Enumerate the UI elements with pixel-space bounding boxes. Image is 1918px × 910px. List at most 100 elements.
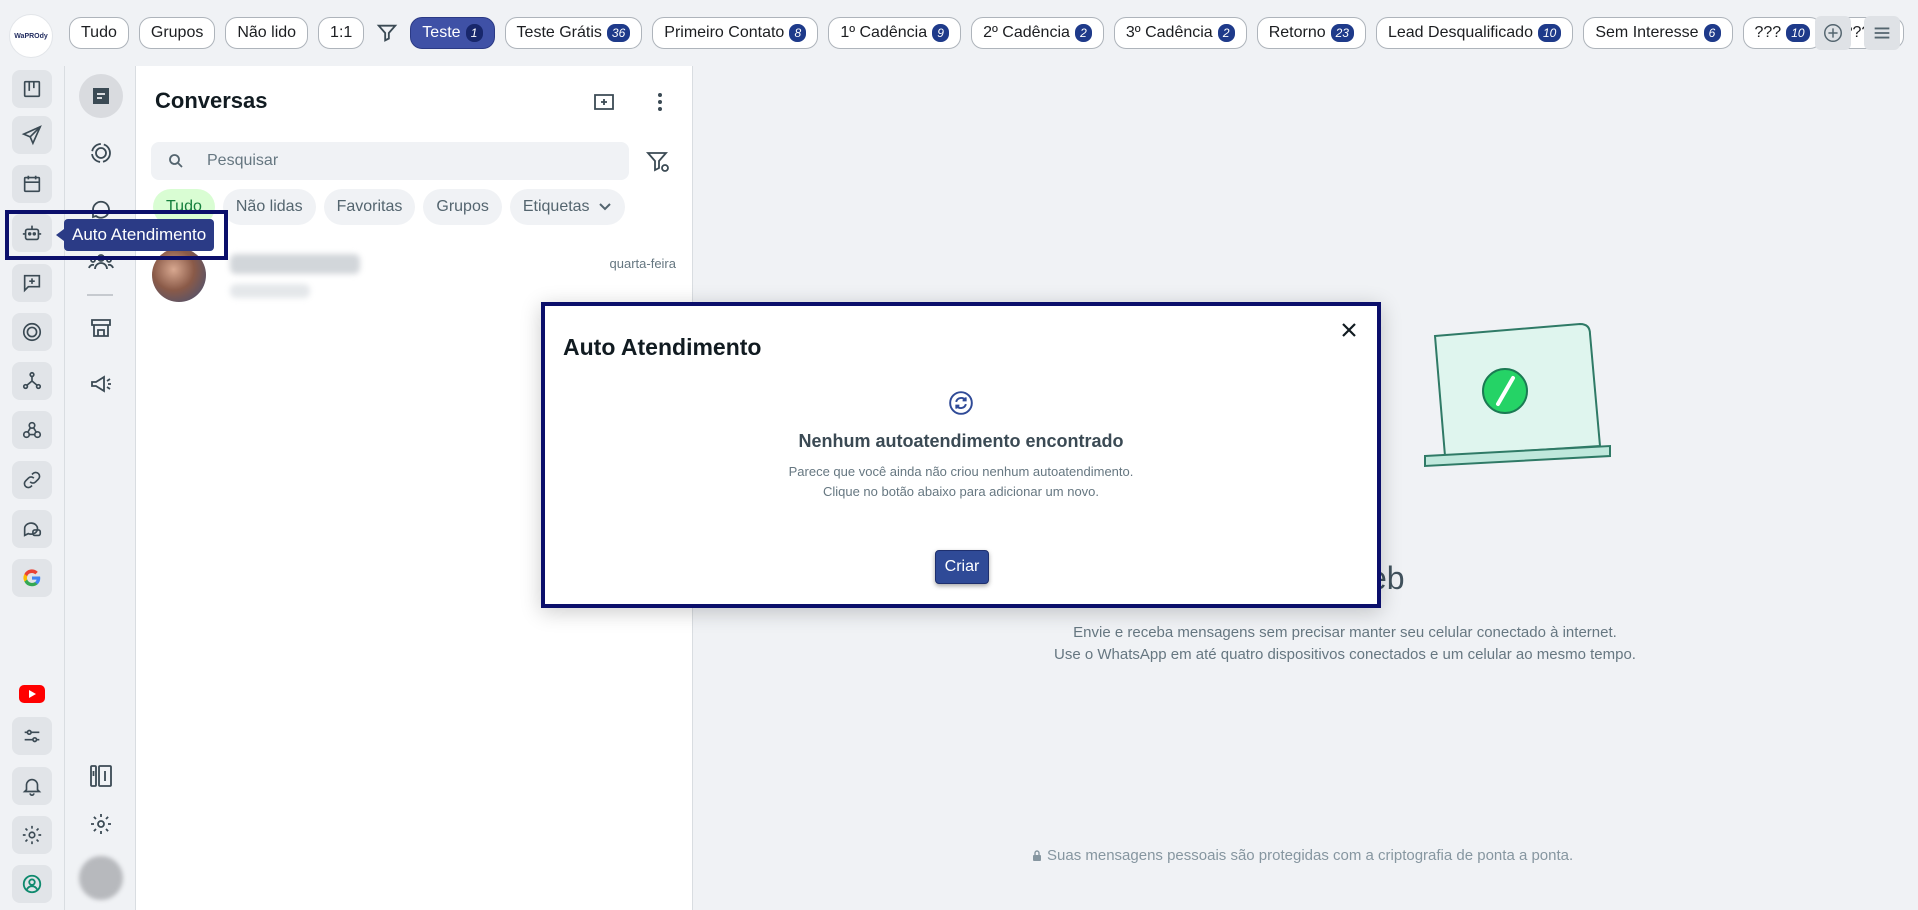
main-description: Envie e receba mensagens sem precisar ma…: [925, 622, 1765, 666]
google-icon: [23, 569, 41, 587]
rail-adjustments-button[interactable]: [12, 717, 52, 755]
tag-count: 10: [1786, 24, 1810, 42]
criar-button[interactable]: Criar: [935, 550, 989, 584]
tag-count: 10: [1537, 24, 1562, 42]
app-logo[interactable]: WaPROdy: [9, 14, 53, 58]
tag-chip-retorno[interactable]: Retorno 23: [1256, 17, 1366, 49]
encryption-text: Suas mensagens pessoais são protegidas c…: [1047, 847, 1574, 864]
tag-count: 23: [1330, 24, 1354, 42]
nav-status-button[interactable]: [79, 131, 123, 175]
sliders-icon: [24, 729, 40, 743]
contact-name-blurred: [230, 254, 360, 274]
rail-send-button[interactable]: [12, 116, 52, 154]
app-nav: [65, 66, 136, 910]
tag-chip-teste[interactable]: Teste 1: [410, 17, 495, 49]
lock-icon: [1033, 849, 1041, 861]
tag-chip-3-cadencia[interactable]: 3º Cadência 2: [1113, 17, 1247, 49]
tag-count: 36: [606, 24, 631, 42]
tag-chip-sem-interesse[interactable]: Sem Interesse 6: [1583, 17, 1733, 49]
rail-network-button[interactable]: [12, 362, 52, 400]
menu-dots-button[interactable]: [645, 87, 675, 117]
rail-kanban-button[interactable]: [12, 70, 52, 108]
tab-grupos[interactable]: Grupos: [423, 189, 502, 225]
rail-chat-button[interactable]: [12, 510, 52, 548]
tab-favoritas[interactable]: Favoritas: [323, 189, 416, 225]
panel-icon: [90, 765, 112, 787]
rail-status-button[interactable]: [12, 313, 52, 351]
search-bar: [151, 142, 629, 180]
chip-nao-lido[interactable]: Não lido: [225, 17, 309, 49]
description-line-2: Use o WhatsApp em até quatro dispositivo…: [1054, 646, 1636, 663]
nav-divider: [87, 294, 113, 296]
search-icon: [169, 154, 183, 168]
filter-settings-icon: [646, 152, 669, 172]
modal-title: Auto Atendimento: [563, 334, 762, 360]
tag-chip-unknown-1[interactable]: ??? 10: [1742, 17, 1822, 49]
panel-title: Conversas: [155, 88, 268, 113]
top-label-bar: WaPROdy Tudo Grupos Não lido 1:1 Teste 1 …: [0, 0, 1918, 66]
plus-circle-icon: [1824, 24, 1842, 42]
new-chat-button[interactable]: [589, 87, 619, 117]
youtube-icon[interactable]: [19, 685, 45, 703]
chat-bubbles-icon: [23, 522, 42, 537]
rail-calendar-button[interactable]: [12, 165, 52, 203]
megaphone-icon: [91, 375, 111, 393]
tag-chip-teste-gratis[interactable]: Teste Grátis 36: [504, 17, 643, 49]
tag-chip-primeiro-contato[interactable]: Primeiro Contato 8: [652, 17, 819, 49]
tag-count: 1: [465, 24, 483, 42]
filter-icon[interactable]: [374, 17, 400, 49]
rail-link-button[interactable]: [12, 461, 52, 499]
encryption-note: Suas mensagens pessoais são protegidas c…: [1032, 847, 1573, 864]
nav-settings-button[interactable]: [79, 802, 123, 846]
profile-avatar[interactable]: [79, 856, 123, 900]
filter-unread-button[interactable]: [645, 149, 673, 177]
add-tag-button[interactable]: [1815, 16, 1851, 50]
kebab-menu-icon: [658, 93, 662, 111]
tab-etiquetas[interactable]: Etiquetas: [509, 189, 625, 225]
send-icon: [21, 125, 42, 146]
calendar-icon: [23, 175, 41, 193]
rail-settings-button[interactable]: [12, 816, 52, 854]
empty-state: Nenhum autoatendimento encontrado Parece…: [545, 390, 1377, 502]
tag-chip-2-cadencia[interactable]: 2º Cadência 2: [971, 17, 1104, 49]
nav-chats-button[interactable]: [79, 74, 123, 118]
tag-chip-lead-desqualificado[interactable]: Lead Desqualificado 10: [1375, 17, 1574, 49]
rail-add-message-button[interactable]: [12, 264, 52, 302]
chats-icon: [93, 88, 109, 104]
chip-one-to-one[interactable]: 1:1: [318, 17, 365, 49]
nav-broadcast-button[interactable]: [79, 362, 123, 406]
auto-atendimento-modal: Auto Atendimento Nenhum autoatendimento …: [541, 302, 1381, 608]
tag-count: 2: [1217, 24, 1235, 42]
store-icon: [91, 319, 111, 337]
empty-state-description: Parece que você ainda não criou nenhum a…: [788, 464, 1134, 499]
rail-notifications-button[interactable]: [12, 767, 52, 805]
chip-grupos[interactable]: Grupos: [138, 17, 216, 49]
empty-state-title: Nenhum autoatendimento encontrado: [798, 431, 1124, 451]
tab-nao-lidas[interactable]: Não lidas: [222, 189, 316, 225]
extension-rail: [0, 66, 65, 910]
rail-google-button[interactable]: [12, 559, 52, 597]
menu-button[interactable]: [1864, 16, 1900, 50]
logo-text: WaPROdy: [14, 32, 48, 40]
rail-profile-button[interactable]: [12, 865, 52, 903]
tag-count: 2: [1074, 24, 1092, 42]
network-icon: [22, 371, 42, 390]
search-input[interactable]: [207, 142, 607, 180]
nav-store-button[interactable]: [79, 306, 123, 350]
tag-count: 9: [932, 24, 950, 42]
new-chat-icon: [594, 94, 614, 110]
tag-chip-1-cadencia[interactable]: 1º Cadência 9: [828, 17, 962, 49]
label-chips: Tudo Grupos Não lido 1:1 Teste 1 Teste Gr…: [69, 17, 1905, 49]
chip-tudo[interactable]: Tudo: [69, 17, 129, 49]
message-plus-icon: [23, 274, 41, 293]
hamburger-icon: [1874, 27, 1890, 39]
bell-icon: [22, 778, 42, 796]
nav-panel-button[interactable]: [79, 754, 123, 798]
user-circle-icon: [22, 874, 42, 894]
link-icon: [23, 471, 41, 489]
kanban-icon: [23, 80, 41, 98]
close-button[interactable]: [1335, 316, 1363, 344]
tag-count: 8: [789, 24, 807, 42]
rail-webhook-button[interactable]: [12, 411, 52, 449]
webhook-icon: [22, 421, 42, 439]
